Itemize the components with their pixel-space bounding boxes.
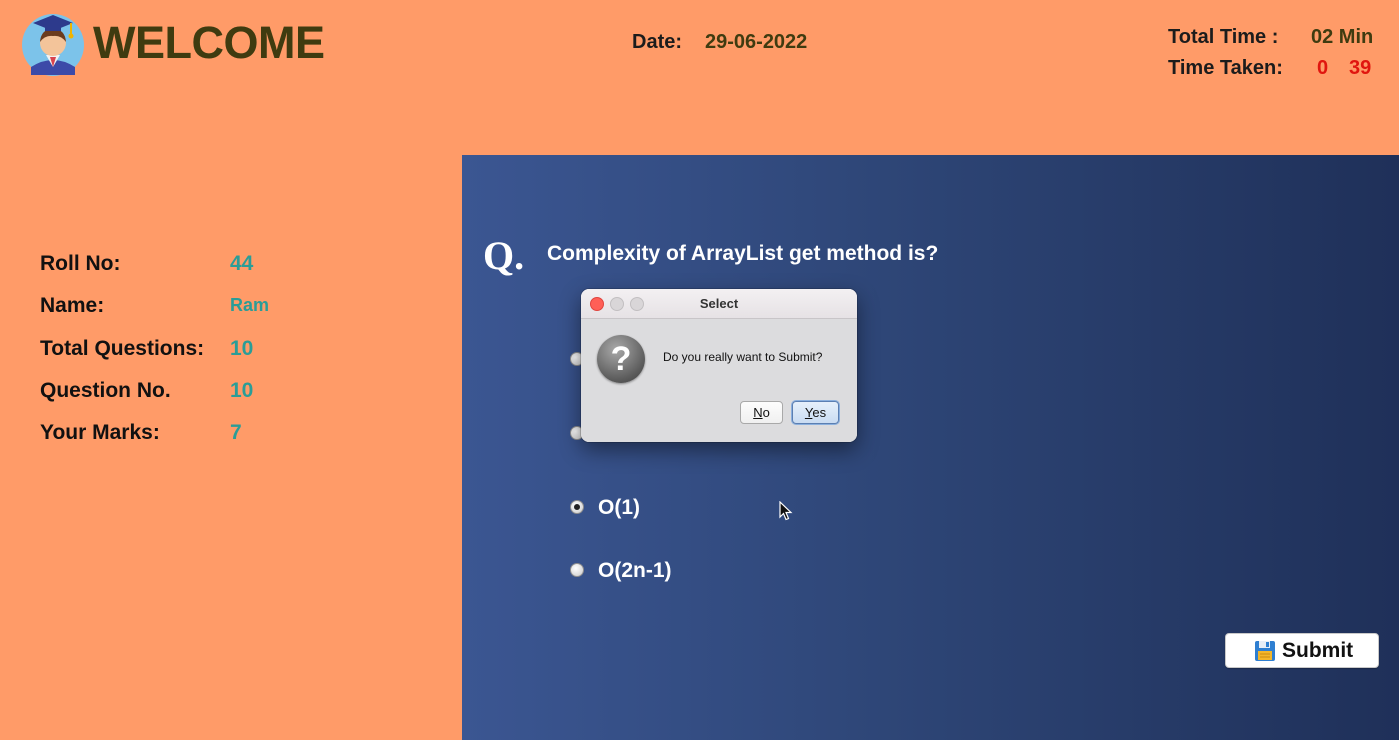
confirm-dialog: Select ? Do you really want to Submit? N… [581, 289, 857, 442]
welcome-title: WELCOME [93, 17, 325, 68]
dialog-message: Do you really want to Submit? [663, 350, 823, 364]
name-value: Ram [230, 295, 270, 315]
no-label-rest: o [762, 405, 770, 420]
roll-no-label: Roll No: [40, 252, 121, 275]
yes-button[interactable]: Yes [792, 401, 839, 424]
your-marks-label: Your Marks: [40, 421, 160, 444]
question-no-value: 10 [230, 379, 254, 402]
question-mark-label: Q. [483, 233, 525, 278]
question-text: Complexity of ArrayList get method is? [547, 242, 939, 265]
dialog-title: Select [699, 296, 739, 311]
yes-label-rest: es [812, 405, 827, 420]
no-button[interactable]: No [740, 401, 783, 424]
total-questions-value: 10 [230, 337, 254, 360]
mouse-pointer-icon [779, 501, 793, 521]
date-value: 29-06-2022 [705, 31, 808, 53]
time-taken-label: Time Taken: [1168, 57, 1283, 79]
dialog-body: ? Do you really want to Submit? No Yes [581, 319, 857, 442]
time-taken-seconds: 39 [1349, 57, 1372, 79]
dialog-titlebar[interactable]: Select [581, 289, 857, 319]
total-questions-label: Total Questions: [40, 337, 205, 360]
option-3-radio[interactable] [570, 500, 584, 514]
your-marks-value: 7 [230, 421, 242, 444]
option-3-label[interactable]: O(1) [598, 496, 640, 520]
option-4-radio[interactable] [570, 563, 584, 577]
date-label: Date: [632, 31, 683, 53]
graduate-avatar-icon [22, 14, 84, 76]
total-time-label: Total Time : [1168, 26, 1279, 48]
submit-label: Submit [1282, 639, 1354, 662]
floppy-disk-icon [1255, 641, 1275, 661]
submit-button[interactable]: Submit [1225, 633, 1379, 668]
total-time-value: 02 Min [1311, 26, 1374, 48]
name-label: Name: [40, 294, 105, 317]
time-taken-minutes: 0 [1317, 57, 1329, 79]
question-no-label: Question No. [40, 379, 171, 402]
roll-no-value: 44 [230, 252, 254, 275]
question-icon: ? [597, 335, 645, 383]
no-mnemonic: N [753, 405, 763, 420]
option-4-label[interactable]: O(2n-1) [598, 559, 672, 583]
